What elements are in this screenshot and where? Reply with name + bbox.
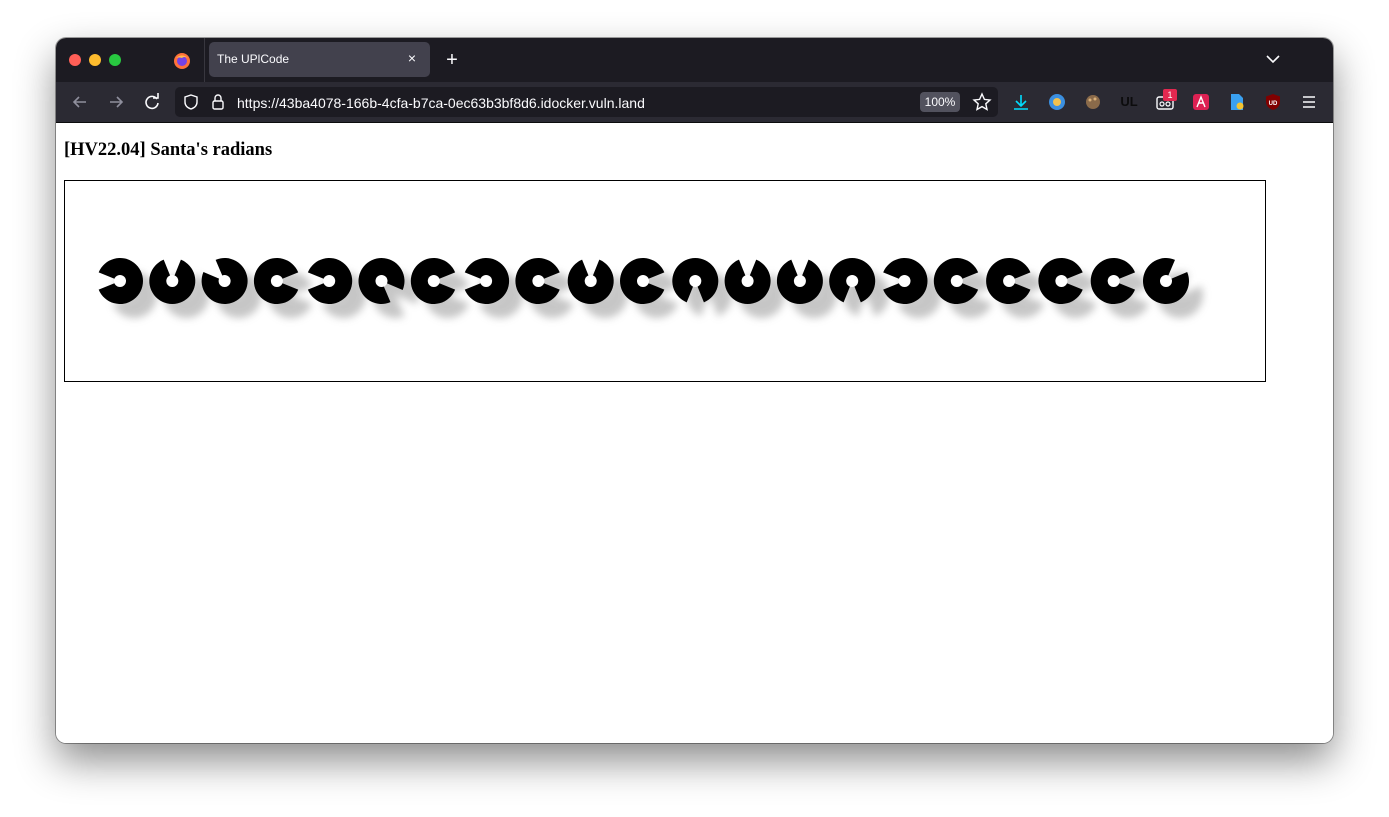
glyph-hole: [793, 275, 806, 287]
glyph-hole: [1003, 275, 1016, 287]
glyph-hole: [480, 275, 493, 287]
firefox-icon[interactable]: [173, 52, 191, 70]
glyph-hole: [950, 275, 963, 287]
glyph-hole: [637, 275, 649, 287]
zoom-indicator[interactable]: 100%: [920, 92, 960, 112]
glyph-hole: [114, 275, 126, 287]
back-arrow-icon[interactable]: [70, 92, 90, 112]
glyph-hole: [218, 275, 231, 287]
radian-glyph: [149, 259, 210, 318]
radian-glyph: [1143, 258, 1204, 319]
radian-glyph: [986, 258, 1045, 318]
radian-glyph: [98, 258, 157, 318]
glyph-hole: [689, 275, 702, 287]
glyph-hole: [1107, 275, 1120, 287]
file-search-icon[interactable]: [1227, 92, 1247, 112]
radian-glyph: [201, 258, 262, 318]
maximize-window-button[interactable]: [109, 54, 121, 66]
radian-glyph: [829, 258, 890, 317]
radian-glyphs: [98, 258, 1204, 319]
radian-glyph: [1038, 258, 1097, 318]
radian-glyph: [410, 258, 470, 318]
page-title: [HV22.04] Santa's radians: [64, 140, 273, 160]
radian-glyph: [672, 258, 733, 317]
downloads-icon[interactable]: [1011, 92, 1031, 112]
close-window-button[interactable]: [69, 54, 81, 66]
minimize-window-button[interactable]: [89, 54, 101, 66]
ublock-label: UD: [1269, 101, 1278, 107]
radian-glyph: [776, 259, 837, 318]
lock-icon[interactable]: [210, 93, 226, 111]
world-globe-icon[interactable]: [1047, 92, 1067, 112]
hamburger-menu-icon[interactable]: [1299, 92, 1319, 112]
palette-icon[interactable]: [1083, 92, 1103, 112]
ul-extension-icon[interactable]: UL: [1119, 92, 1139, 112]
glyph-hole: [584, 275, 597, 287]
glyph-hole: [323, 275, 336, 287]
url-text[interactable]: https://43ba4078-166b-4cfa-b7ca-0ec63b3b…: [237, 95, 645, 111]
new-tab-button[interactable]: +: [441, 49, 463, 71]
glyph-hole: [1055, 275, 1068, 287]
glyph-canvas: [64, 180, 1266, 382]
tab-active[interactable]: The UPlCode ×: [209, 42, 430, 77]
radian-glyph: [515, 258, 574, 318]
glyph-hole: [846, 275, 859, 287]
radian-glyph: [307, 258, 367, 318]
glyph-hole: [166, 275, 179, 287]
forward-arrow-icon[interactable]: [106, 92, 126, 112]
radian-glyph: [567, 259, 628, 318]
angular-extension-icon[interactable]: [1191, 92, 1211, 112]
bookmark-star-icon[interactable]: [972, 92, 992, 112]
chevron-down-icon[interactable]: [1263, 51, 1283, 69]
reload-icon[interactable]: [142, 92, 162, 112]
radian-glyph: [620, 258, 679, 318]
shield-icon[interactable]: [182, 93, 200, 111]
radian-glyph: [253, 258, 313, 318]
glyph-hole: [427, 275, 440, 287]
radian-glyph: [883, 258, 942, 318]
ublock-icon[interactable]: UD: [1263, 92, 1283, 112]
radian-glyph: [464, 258, 524, 318]
page-content: [HV22.04] Santa's radians: [56, 123, 1333, 743]
glyph-hole: [741, 275, 754, 287]
radian-glyph: [1090, 258, 1150, 318]
glyph-hole: [375, 275, 388, 287]
tab-bar: The UPlCode × +: [56, 38, 1333, 82]
tab-title: The UPlCode: [217, 52, 290, 66]
glyph-hole: [270, 275, 283, 287]
radian-glyph: [724, 259, 785, 318]
glyph-hole: [898, 275, 911, 287]
notification-badge: 1: [1163, 89, 1177, 101]
glyph-hole: [532, 275, 545, 287]
radian-glyph: [358, 258, 419, 318]
browser-window: The UPlCode × + https://43ba4078-166b-4c…: [56, 38, 1333, 743]
url-bar[interactable]: https://43ba4078-166b-4cfa-b7ca-0ec63b3b…: [175, 87, 998, 117]
radian-glyph: [933, 258, 993, 318]
tab-close-icon[interactable]: ×: [403, 49, 421, 67]
tab-separator: [204, 38, 205, 82]
glyph-hole: [1160, 275, 1172, 287]
navigation-toolbar: https://43ba4078-166b-4cfa-b7ca-0ec63b3b…: [56, 82, 1333, 123]
